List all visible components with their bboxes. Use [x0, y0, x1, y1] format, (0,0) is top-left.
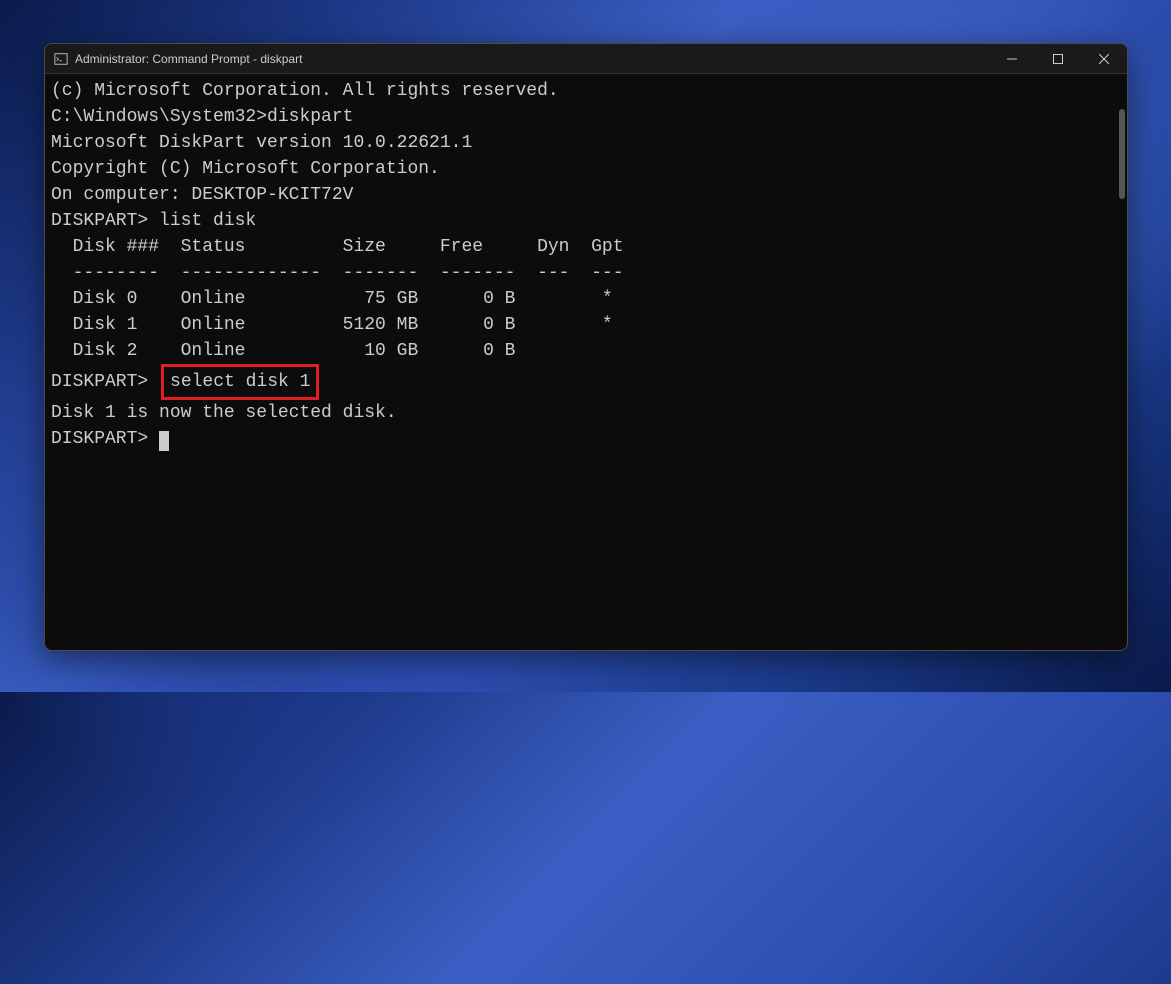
command-line: DISKPART> select disk 1	[51, 364, 1121, 400]
prompt-text: DISKPART>	[51, 429, 159, 449]
minimize-icon	[1007, 54, 1017, 64]
command-line: DISKPART>	[51, 426, 1121, 452]
table-row: Disk 0 Online 75 GB 0 B *	[51, 286, 1121, 312]
table-row: Disk 1 Online 5120 MB 0 B *	[51, 312, 1121, 338]
output-line: C:\Windows\System32>diskpart	[51, 104, 1121, 130]
maximize-icon	[1053, 54, 1063, 64]
highlighted-command: select disk 1	[161, 364, 319, 400]
output-line: Copyright (C) Microsoft Corporation.	[51, 156, 1121, 182]
close-icon	[1099, 54, 1109, 64]
window-title: Administrator: Command Prompt - diskpart	[75, 52, 989, 66]
table-row: Disk 2 Online 10 GB 0 B	[51, 338, 1121, 364]
cursor	[159, 431, 169, 451]
prompt-text: DISKPART>	[51, 372, 159, 392]
output-line: DISKPART> list disk	[51, 208, 1121, 234]
minimize-button[interactable]	[989, 44, 1035, 73]
window-controls	[989, 44, 1127, 73]
output-line: On computer: DESKTOP-KCIT72V	[51, 182, 1121, 208]
maximize-button[interactable]	[1035, 44, 1081, 73]
command-prompt-window: Administrator: Command Prompt - diskpart…	[44, 43, 1128, 651]
scrollbar[interactable]	[1119, 109, 1125, 199]
output-line: (c) Microsoft Corporation. All rights re…	[51, 78, 1121, 104]
close-button[interactable]	[1081, 44, 1127, 73]
table-header: Disk ### Status Size Free Dyn Gpt	[51, 234, 1121, 260]
terminal-output[interactable]: (c) Microsoft Corporation. All rights re…	[45, 74, 1127, 650]
table-separator: -------- ------------- ------- ------- -…	[51, 260, 1121, 286]
output-line: Microsoft DiskPart version 10.0.22621.1	[51, 130, 1121, 156]
cmd-icon	[53, 51, 69, 67]
output-line: Disk 1 is now the selected disk.	[51, 400, 1121, 426]
titlebar[interactable]: Administrator: Command Prompt - diskpart	[45, 44, 1127, 74]
